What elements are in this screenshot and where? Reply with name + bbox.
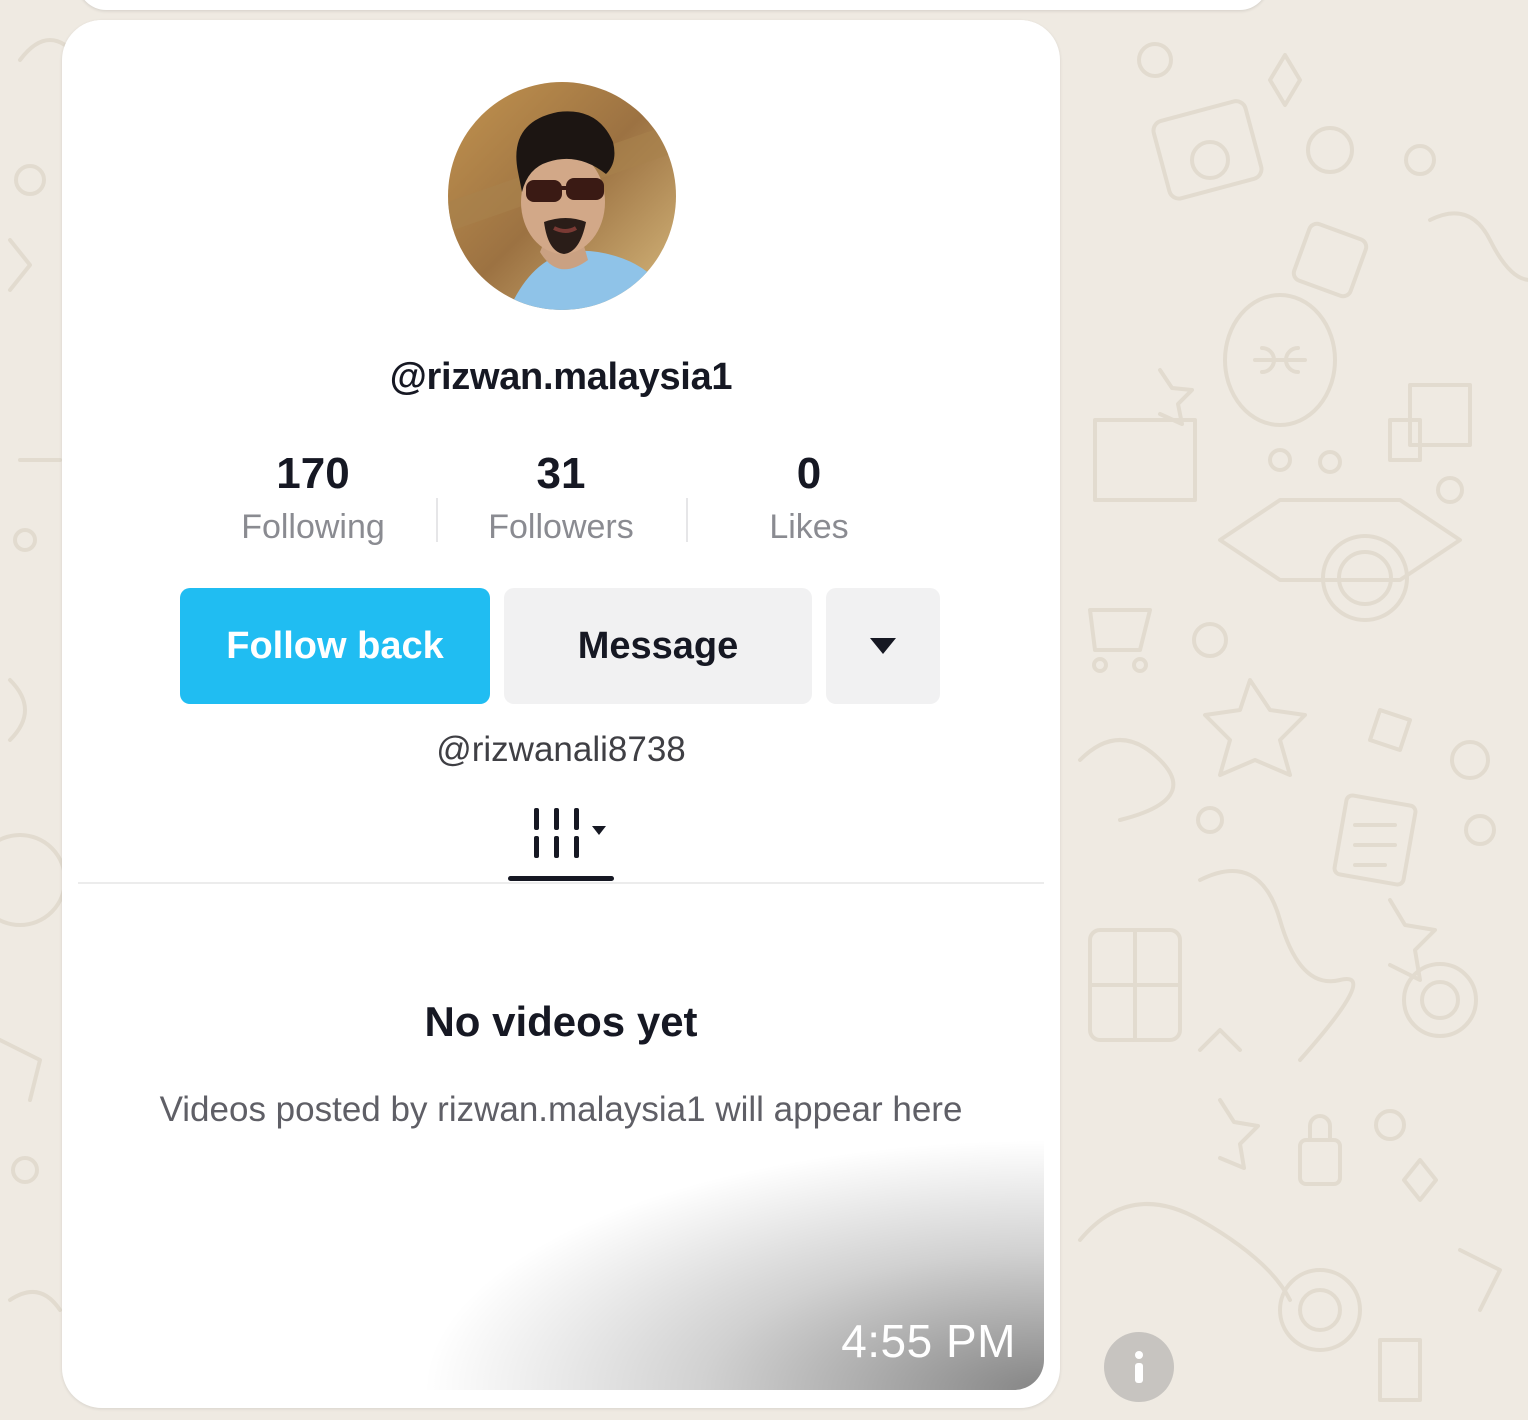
shared-screenshot[interactable]: @rizwan.malaysia1 170 Following 31 Follo… (78, 20, 1044, 1390)
stat-following-label: Following (241, 508, 385, 546)
empty-state-title: No videos yet (424, 998, 698, 1045)
videos-tab[interactable] (508, 804, 618, 874)
caret-down-icon (870, 638, 896, 654)
avatar-photo-icon (448, 82, 676, 310)
previous-message-bubble (78, 0, 1268, 10)
stat-following-value: 170 (276, 449, 350, 498)
message-button[interactable]: Message (504, 588, 812, 704)
stat-likes-value: 0 (796, 449, 822, 498)
stat-followers-label: Followers (488, 508, 634, 546)
info-icon (1135, 1351, 1143, 1383)
message-bubble[interactable]: @rizwan.malaysia1 170 Following 31 Follo… (62, 20, 1060, 1408)
profile-avatar (448, 82, 676, 310)
info-button[interactable] (1104, 1332, 1174, 1402)
stat-followers-value: 31 (536, 449, 586, 498)
message-timestamp: 4:55 PM (841, 1315, 1016, 1367)
stat-following[interactable]: 170 Following (188, 448, 438, 547)
follow-back-button[interactable]: Follow back (180, 588, 490, 704)
profile-username: @rizwan.malaysia1 (389, 356, 733, 398)
empty-state-description: Videos posted by rizwan.malaysia1 will a… (159, 1090, 963, 1129)
more-options-button[interactable] (826, 588, 940, 704)
tab-active-indicator (508, 876, 614, 881)
tab-divider (78, 882, 1044, 884)
secondary-handle: @rizwanali8738 (436, 730, 686, 769)
stat-likes[interactable]: 0 Likes (684, 448, 934, 547)
stat-followers[interactable]: 31 Followers (436, 448, 686, 547)
stat-likes-label: Likes (769, 508, 849, 546)
grid-icon (534, 808, 606, 858)
